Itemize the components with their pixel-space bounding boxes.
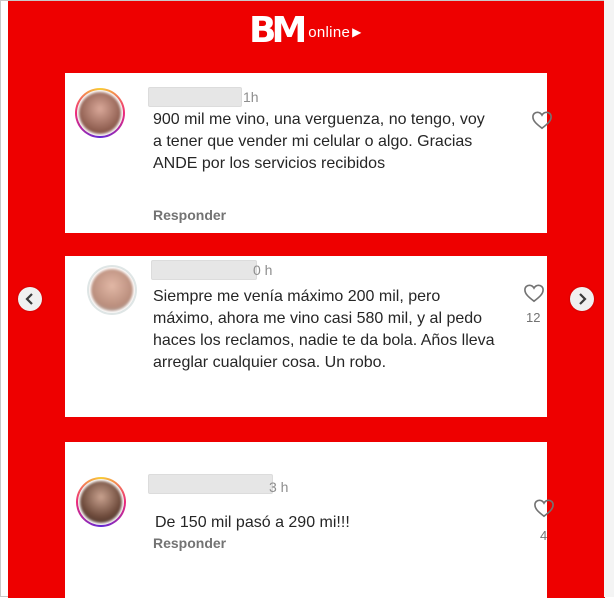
post-frame: BM online ▶ 1h 900 mil me vino, una verg… bbox=[0, 0, 614, 598]
carousel-slide: BM online ▶ 1h 900 mil me vino, una verg… bbox=[8, 1, 605, 598]
avatar[interactable] bbox=[75, 88, 125, 138]
comment-text: 900 mil me vino, una verguenza, no tengo… bbox=[153, 111, 485, 172]
chevron-left-icon bbox=[25, 293, 33, 305]
comment-card: 0 h Siempre me venía máximo 200 mil, per… bbox=[65, 256, 547, 417]
avatar[interactable] bbox=[76, 477, 126, 527]
heart-icon[interactable] bbox=[533, 498, 555, 518]
like-count: 12 bbox=[526, 310, 541, 325]
username-redacted[interactable] bbox=[151, 260, 257, 280]
username-redacted[interactable] bbox=[148, 474, 273, 494]
comment-text: Siempre me venía máximo 200 mil, pero má… bbox=[153, 288, 495, 371]
heart-icon[interactable] bbox=[531, 110, 553, 130]
comment-text: De 150 mil pasó a 290 mi!!! bbox=[155, 514, 350, 531]
avatar[interactable] bbox=[87, 265, 137, 315]
like-count: 4 bbox=[540, 528, 548, 543]
comment-card: 1h 900 mil me vino, una verguenza, no te… bbox=[65, 73, 552, 233]
reply-button[interactable]: Responder bbox=[153, 535, 226, 551]
reply-button[interactable]: Responder bbox=[153, 207, 226, 223]
comment-time: 3 h bbox=[269, 479, 289, 495]
comment-card: 3 h De 150 mil pasó a 290 mi!!! Responde… bbox=[65, 442, 554, 598]
brand-wordmark: online bbox=[308, 23, 351, 41]
brand-logo: BM online ▶ bbox=[249, 11, 361, 51]
chevron-right-icon bbox=[579, 293, 587, 305]
comment-time: 0 h bbox=[253, 262, 273, 278]
username-redacted[interactable] bbox=[148, 87, 242, 107]
heart-icon[interactable] bbox=[523, 283, 545, 303]
play-icon: ▶ bbox=[352, 25, 362, 39]
brand-mark: BM bbox=[249, 10, 307, 51]
carousel-next-button[interactable] bbox=[570, 287, 594, 311]
page-scroll-edge bbox=[604, 0, 614, 597]
carousel-prev-button[interactable] bbox=[18, 287, 42, 311]
comment-time: 1h bbox=[243, 89, 259, 105]
